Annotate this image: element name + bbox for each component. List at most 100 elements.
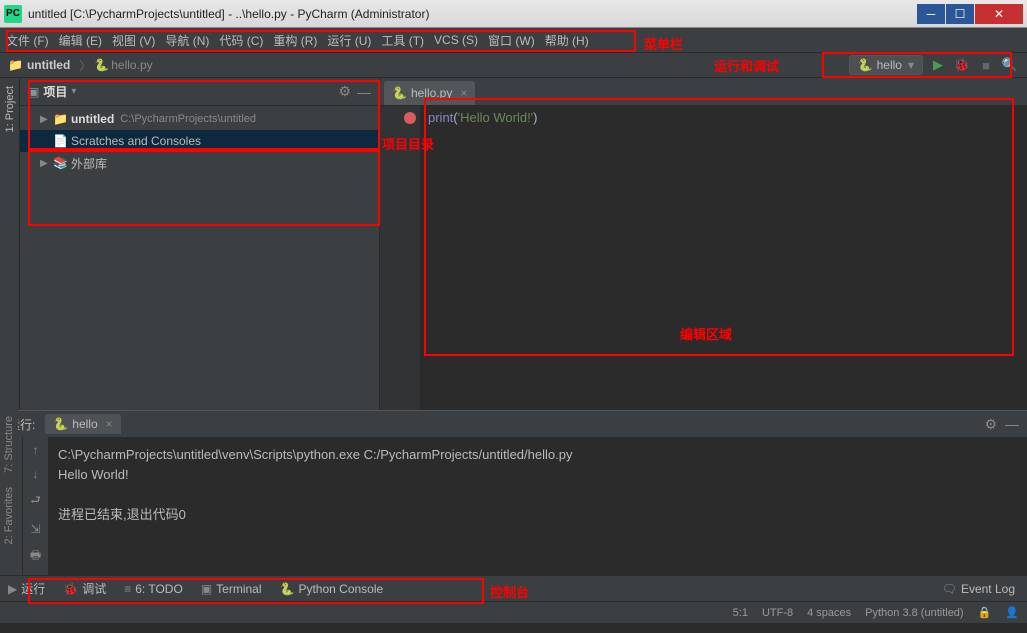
window-title: untitled [C:\PycharmProjects\untitled] -… <box>28 7 916 21</box>
pycharm-icon: PC <box>4 5 22 23</box>
tree-root-name: untitled <box>71 112 114 126</box>
debug-button[interactable]: 🐞 <box>953 56 971 74</box>
run-panel: 运行: 🐍 hello × ⚙ — ▶ ■ ⧉ 📌 ↑ ↓ ⮐ ⇲ 🖶 C:\P… <box>0 410 1027 575</box>
tool-todo[interactable]: ≡6: TODO <box>124 582 183 596</box>
run-panel-tab[interactable]: 🐍 hello × <box>45 414 120 434</box>
menu-window[interactable]: 窗口 (W) <box>488 32 535 49</box>
output-line: Hello World! <box>58 465 1017 485</box>
stop-button[interactable]: ■ <box>977 56 995 74</box>
breadcrumb-sep: 〉 <box>79 57 91 74</box>
folder-icon: ▣ <box>28 85 39 99</box>
code-area[interactable]: 1 print('Hello World!') <box>380 106 1027 410</box>
collapse-icon[interactable]: — <box>357 84 371 100</box>
tree-scratches[interactable]: 📄 Scratches and Consoles <box>20 130 379 152</box>
chevron-down-icon: ▾ <box>908 58 914 72</box>
menubar: 文件 (F) 编辑 (E) 视图 (V) 导航 (N) 代码 (C) 重构 (R… <box>0 28 1027 52</box>
up-icon[interactable]: ↑ <box>33 443 39 457</box>
menu-run[interactable]: 运行 (U) <box>327 32 371 49</box>
gear-icon[interactable]: ⚙ <box>984 416 997 433</box>
tool-run-label: 运行 <box>21 580 45 597</box>
menu-view[interactable]: 视图 (V) <box>112 32 155 49</box>
bug-icon: 🐞 <box>63 582 78 596</box>
code-string: 'Hello World!' <box>458 110 534 125</box>
project-tree: ▶ 📁 untitled C:\PycharmProjects\untitled… <box>20 106 379 176</box>
tool-tab-project[interactable]: 1: Project <box>4 78 16 140</box>
editor-tab[interactable]: 🐍 hello.py × <box>384 81 475 105</box>
run-panel-header: 运行: 🐍 hello × ⚙ — <box>0 411 1027 437</box>
close-button[interactable]: ✕ <box>975 4 1023 24</box>
navbar: 📁 untitled 〉 🐍 hello.py 🐍 hello ▾ ▶ 🐞 ■ … <box>0 52 1027 78</box>
down-icon[interactable]: ↓ <box>33 467 39 481</box>
expand-arrow-icon[interactable]: ▶ <box>40 114 50 125</box>
main-area: 1: Project ▣ 项目 ▾ ⚙ — ▶ 📁 untitled C:\Py… <box>0 78 1027 410</box>
expand-arrow-icon[interactable]: ▶ <box>40 158 50 169</box>
menu-help[interactable]: 帮助 (H) <box>545 32 589 49</box>
terminal-icon: ▣ <box>201 582 212 596</box>
run-panel-tab-name: hello <box>72 417 97 431</box>
event-log-icon: 🗨 <box>942 582 957 596</box>
tree-external-label: 外部库 <box>71 155 107 172</box>
code-text[interactable]: print('Hello World!') <box>420 106 546 410</box>
run-button[interactable]: ▶ <box>929 56 947 74</box>
menu-refactor[interactable]: 重构 (R) <box>273 32 317 49</box>
tool-tab-favorites[interactable]: 2: Favorites <box>0 481 18 550</box>
breakpoint-icon[interactable] <box>404 112 416 124</box>
run-side-toolbar-2: ↑ ↓ ⮐ ⇲ 🖶 <box>22 437 48 575</box>
breadcrumb-root[interactable]: untitled <box>27 58 70 72</box>
tool-terminal-label: Terminal <box>216 582 261 596</box>
menu-edit[interactable]: 编辑 (E) <box>59 32 102 49</box>
breadcrumb-file[interactable]: hello.py <box>111 58 152 72</box>
run-config-name: hello <box>877 58 902 72</box>
titlebar: PC untitled [C:\PycharmProjects\untitled… <box>0 0 1027 28</box>
event-log[interactable]: 🗨 Event Log <box>942 582 1015 596</box>
editor: 🐍 hello.py × 1 print('Hello World!') <box>380 78 1027 410</box>
library-icon: 📚 <box>53 156 68 170</box>
event-log-label: Event Log <box>961 582 1015 596</box>
tool-terminal[interactable]: ▣ Terminal <box>201 582 262 596</box>
statusbar: 5:1 UTF-8 4 spaces Python 3.8 (untitled)… <box>0 601 1027 623</box>
maximize-button[interactable]: ☐ <box>946 4 974 24</box>
project-panel-title: 项目 <box>43 83 67 100</box>
minimize-button[interactable]: ─ <box>917 4 945 24</box>
menu-vcs[interactable]: VCS (S) <box>434 33 478 47</box>
tool-pyconsole-label: Python Console <box>298 582 383 596</box>
editor-tab-name: hello.py <box>411 86 452 100</box>
close-tab-icon[interactable]: × <box>106 417 113 431</box>
close-tab-icon[interactable]: × <box>460 86 467 100</box>
scroll-icon[interactable]: ⇲ <box>30 522 40 536</box>
code-fn: print <box>428 110 453 125</box>
tool-python-console[interactable]: 🐍Python Console <box>280 582 384 596</box>
chevron-down-icon[interactable]: ▾ <box>71 86 76 97</box>
python-icon: 🐍 <box>53 417 68 431</box>
menu-file[interactable]: 文件 (F) <box>6 32 49 49</box>
tree-root-path: C:\PycharmProjects\untitled <box>120 113 256 125</box>
left-gutter-lower: 7: Structure 2: Favorites <box>0 410 20 550</box>
tool-run[interactable]: ▶ 运行 <box>8 580 45 597</box>
inspector-icon[interactable]: 👤 <box>1005 606 1019 619</box>
python-icon: 🐍 <box>392 86 407 100</box>
status-encoding[interactable]: UTF-8 <box>762 607 793 619</box>
python-icon: 🐍 <box>858 58 873 72</box>
print-icon[interactable]: 🖶 <box>30 546 41 567</box>
tree-external-libs[interactable]: ▶ 📚 外部库 <box>20 152 379 174</box>
folder-icon: 📁 <box>8 58 23 72</box>
tree-root[interactable]: ▶ 📁 untitled C:\PycharmProjects\untitled <box>20 108 379 130</box>
menu-tools[interactable]: 工具 (T) <box>381 32 424 49</box>
status-caret-pos[interactable]: 5:1 <box>733 607 748 619</box>
lock-icon[interactable]: 🔒 <box>978 606 992 619</box>
project-panel-header: ▣ 项目 ▾ ⚙ — <box>20 78 379 106</box>
run-output[interactable]: C:\PycharmProjects\untitled\venv\Scripts… <box>48 437 1027 575</box>
status-indent[interactable]: 4 spaces <box>807 607 851 619</box>
run-config-selector[interactable]: 🐍 hello ▾ <box>849 55 923 75</box>
code-paren: ) <box>533 110 537 125</box>
menu-navigate[interactable]: 导航 (N) <box>165 32 209 49</box>
tool-tab-structure[interactable]: 7: Structure <box>0 410 18 479</box>
search-everywhere-button[interactable]: 🔍 <box>1001 56 1019 74</box>
menu-code[interactable]: 代码 (C) <box>219 32 263 49</box>
gear-icon[interactable]: ⚙ <box>338 83 351 100</box>
tool-debug[interactable]: 🐞调试 <box>63 580 106 597</box>
minimize-panel-icon[interactable]: — <box>1005 416 1019 432</box>
wrap-icon[interactable]: ⮐ <box>30 491 41 512</box>
play-icon: ▶ <box>8 582 17 596</box>
status-sdk[interactable]: Python 3.8 (untitled) <box>865 607 963 619</box>
